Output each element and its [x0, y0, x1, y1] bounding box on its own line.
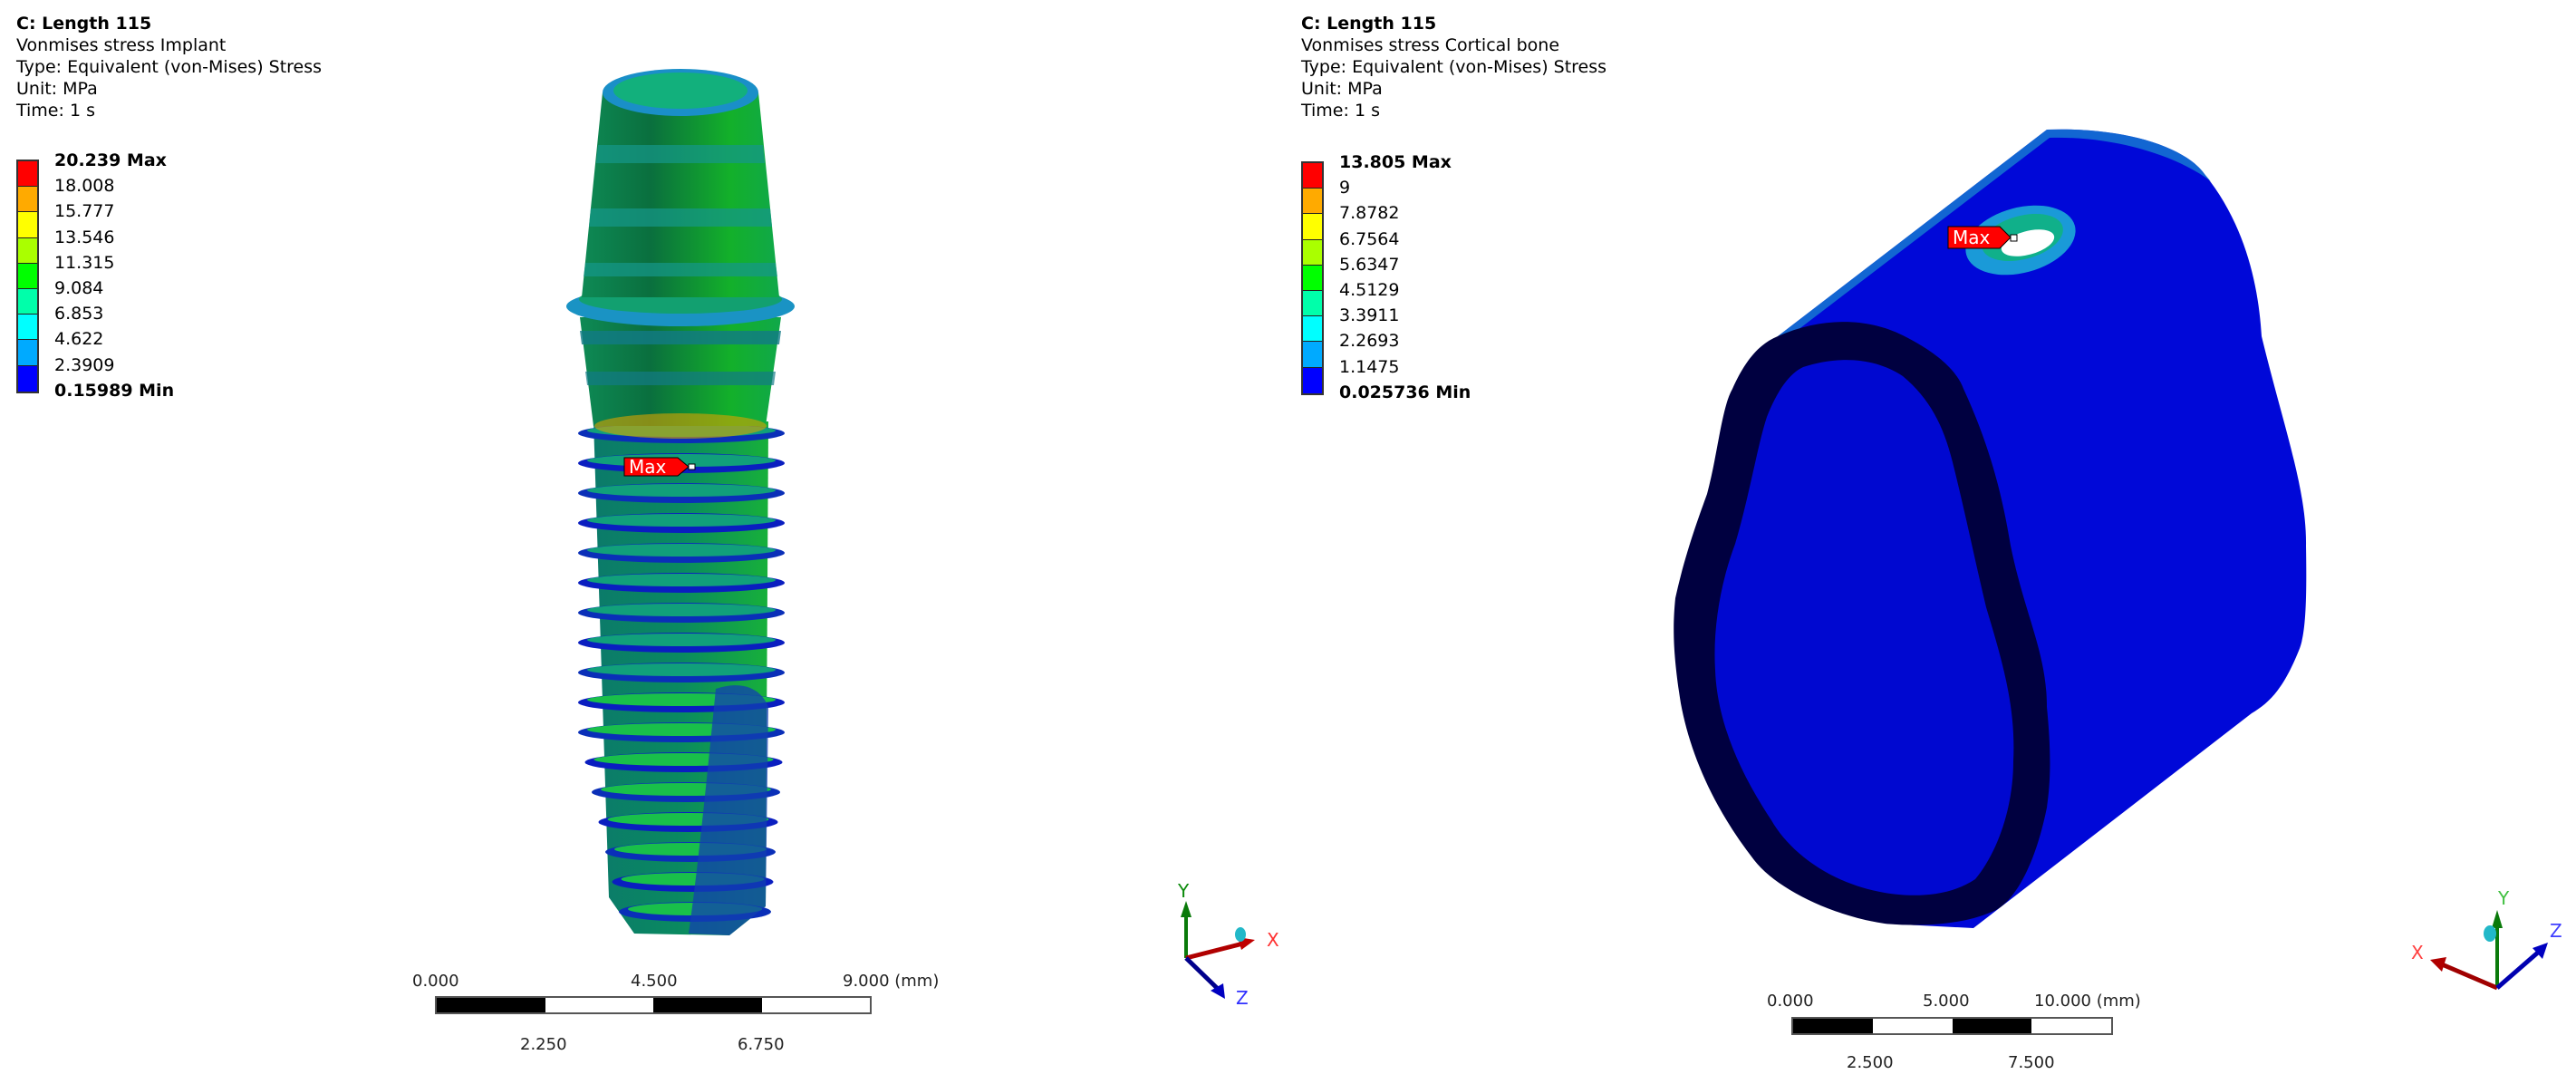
viewport-3d[interactable]: Max Max Y X Z Y X Z: [0, 0, 2576, 1084]
implant-thread-face: [587, 604, 776, 616]
axis-z-label: Z: [1236, 987, 1249, 1009]
axis-triad[interactable]: Y X Z: [1177, 880, 1279, 1009]
scale-label: 4.500: [631, 972, 678, 991]
implant-thread-face: [587, 544, 776, 557]
scale-label: 0.000: [412, 972, 459, 991]
scale-label: 0.000: [1767, 992, 1814, 1011]
implant-thread-face: [587, 514, 776, 527]
scale-label: 2.500: [1847, 1053, 1894, 1072]
cortical-bone-model: Max: [1674, 129, 2307, 929]
implant-model: Max: [566, 69, 795, 935]
axis-y-label: Y: [1177, 880, 1190, 902]
scale-label: 9.000 (mm): [843, 972, 940, 991]
axis-x-label: X: [1267, 929, 1279, 951]
max-tag: Max: [629, 456, 667, 478]
scale-label: 6.750: [738, 1035, 785, 1054]
implant-thread-face: [587, 634, 776, 646]
scale-bar-graphic: [435, 996, 872, 1014]
implant-thread-face: [587, 663, 776, 676]
axis-z-label: Z: [2550, 920, 2562, 942]
axis-x-label: X: [2411, 942, 2424, 963]
scale-label: 10.000 (mm): [2034, 992, 2141, 1011]
scale-label: 2.250: [520, 1035, 567, 1054]
max-tag: Max: [1953, 227, 1991, 248]
axis-y-label: Y: [2497, 887, 2510, 909]
scale-bar-graphic: [1791, 1017, 2113, 1035]
axis-triad[interactable]: Y X Z: [2411, 887, 2562, 991]
implant-thread-face: [587, 574, 776, 586]
scale-label: 5.000: [1923, 992, 1970, 1011]
scale-label: 7.500: [2008, 1053, 2055, 1072]
implant-thread-face: [587, 484, 776, 497]
